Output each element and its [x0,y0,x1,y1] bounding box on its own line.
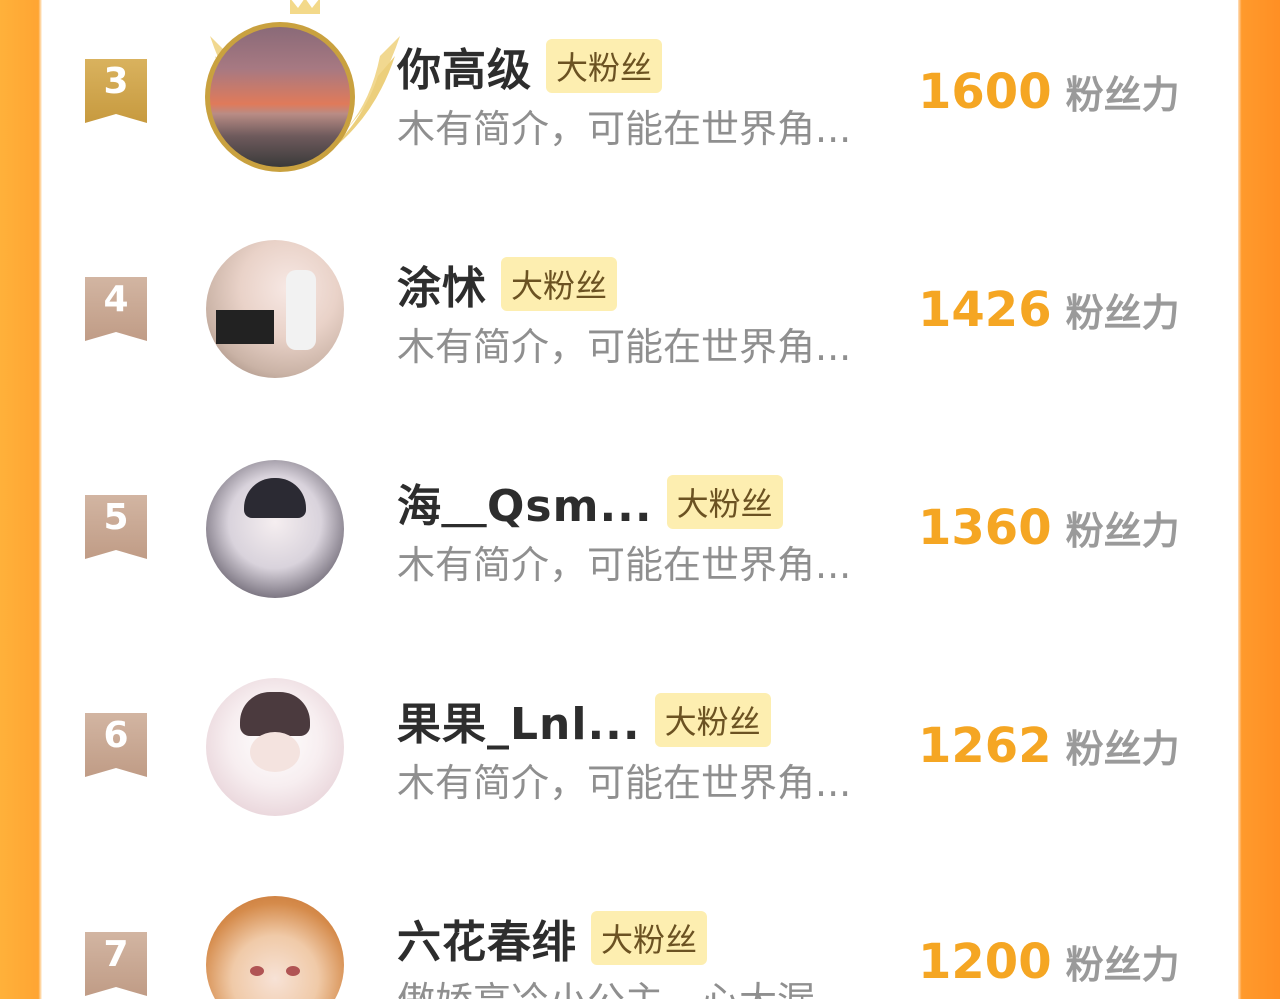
username[interactable]: 果果_Lnl... [397,688,641,752]
avatar[interactable] [206,460,344,598]
score-unit: 粉丝力 [1065,73,1180,117]
list-item[interactable]: 5 海＿Qsm... 大粉丝 木有简介，可能在世界角... 1360 粉丝力 [42,436,1238,654]
fan-power-score: 1200 粉丝力 [918,934,1180,990]
username-line: 涂怵 大粉丝 [397,256,618,314]
username[interactable]: 海＿Qsm... [397,470,653,534]
username-line: 六花春绯 大粉丝 [397,910,708,968]
list-item[interactable]: 6 果果_Lnl... 大粉丝 木有简介，可能在世界角... 1262 粉丝力 [42,654,1238,872]
score-value: 1262 [918,718,1052,774]
avatar[interactable] [206,240,344,378]
fan-ranking-list: 3 你高级 大粉丝 木有简介，可能在世界角... 1600 粉丝力 4 涂怵 大… [42,0,1238,999]
score-value: 1200 [918,934,1052,990]
fan-power-score: 1426 粉丝力 [918,282,1180,338]
user-bio: 木有简介，可能在世界角... [397,107,852,151]
rank-badge: 4 [85,277,147,341]
user-bio: 木有简介，可能在世界角... [397,543,852,587]
rank-badge: 6 [85,713,147,777]
score-unit: 粉丝力 [1065,943,1180,987]
user-bio: 木有简介，可能在世界角... [397,325,852,369]
score-value: 1600 [918,64,1052,120]
list-item[interactable]: 3 你高级 大粉丝 木有简介，可能在世界角... 1600 粉丝力 [42,0,1238,218]
fan-power-score: 1600 粉丝力 [918,64,1180,120]
avatar[interactable] [206,678,344,816]
avatar[interactable] [206,896,344,999]
fan-level-badge: 大粉丝 [666,475,783,529]
username[interactable]: 六花春绯 [397,906,577,970]
username-line: 你高级 大粉丝 [397,38,663,96]
score-unit: 粉丝力 [1065,509,1180,553]
avatar[interactable] [205,22,355,172]
fan-power-score: 1262 粉丝力 [918,718,1180,774]
user-bio: 傲娇高冷小公主，心大漏 [397,970,815,999]
username-line: 果果_Lnl... 大粉丝 [397,692,771,750]
fan-level-badge: 大粉丝 [501,257,618,311]
list-item[interactable]: 7 六花春绯 大粉丝 傲娇高冷小公主，心大漏 1200 粉丝力 [42,872,1238,999]
username-line: 海＿Qsm... 大粉丝 [397,474,783,532]
username[interactable]: 涂怵 [397,252,487,316]
fan-level-badge: 大粉丝 [591,911,708,965]
rank-badge: 5 [85,495,147,559]
user-bio: 木有简介，可能在世界角... [397,761,852,805]
list-item[interactable]: 4 涂怵 大粉丝 木有简介，可能在世界角... 1426 粉丝力 [42,218,1238,436]
fan-level-badge: 大粉丝 [654,693,771,747]
score-unit: 粉丝力 [1065,291,1180,335]
fan-power-score: 1360 粉丝力 [918,500,1180,556]
score-unit: 粉丝力 [1065,727,1180,771]
username[interactable]: 你高级 [397,34,532,98]
fan-level-badge: 大粉丝 [546,39,663,93]
score-value: 1360 [918,500,1052,556]
rank-badge: 3 [85,59,147,123]
rank-badge: 7 [85,932,147,996]
score-value: 1426 [918,282,1052,338]
